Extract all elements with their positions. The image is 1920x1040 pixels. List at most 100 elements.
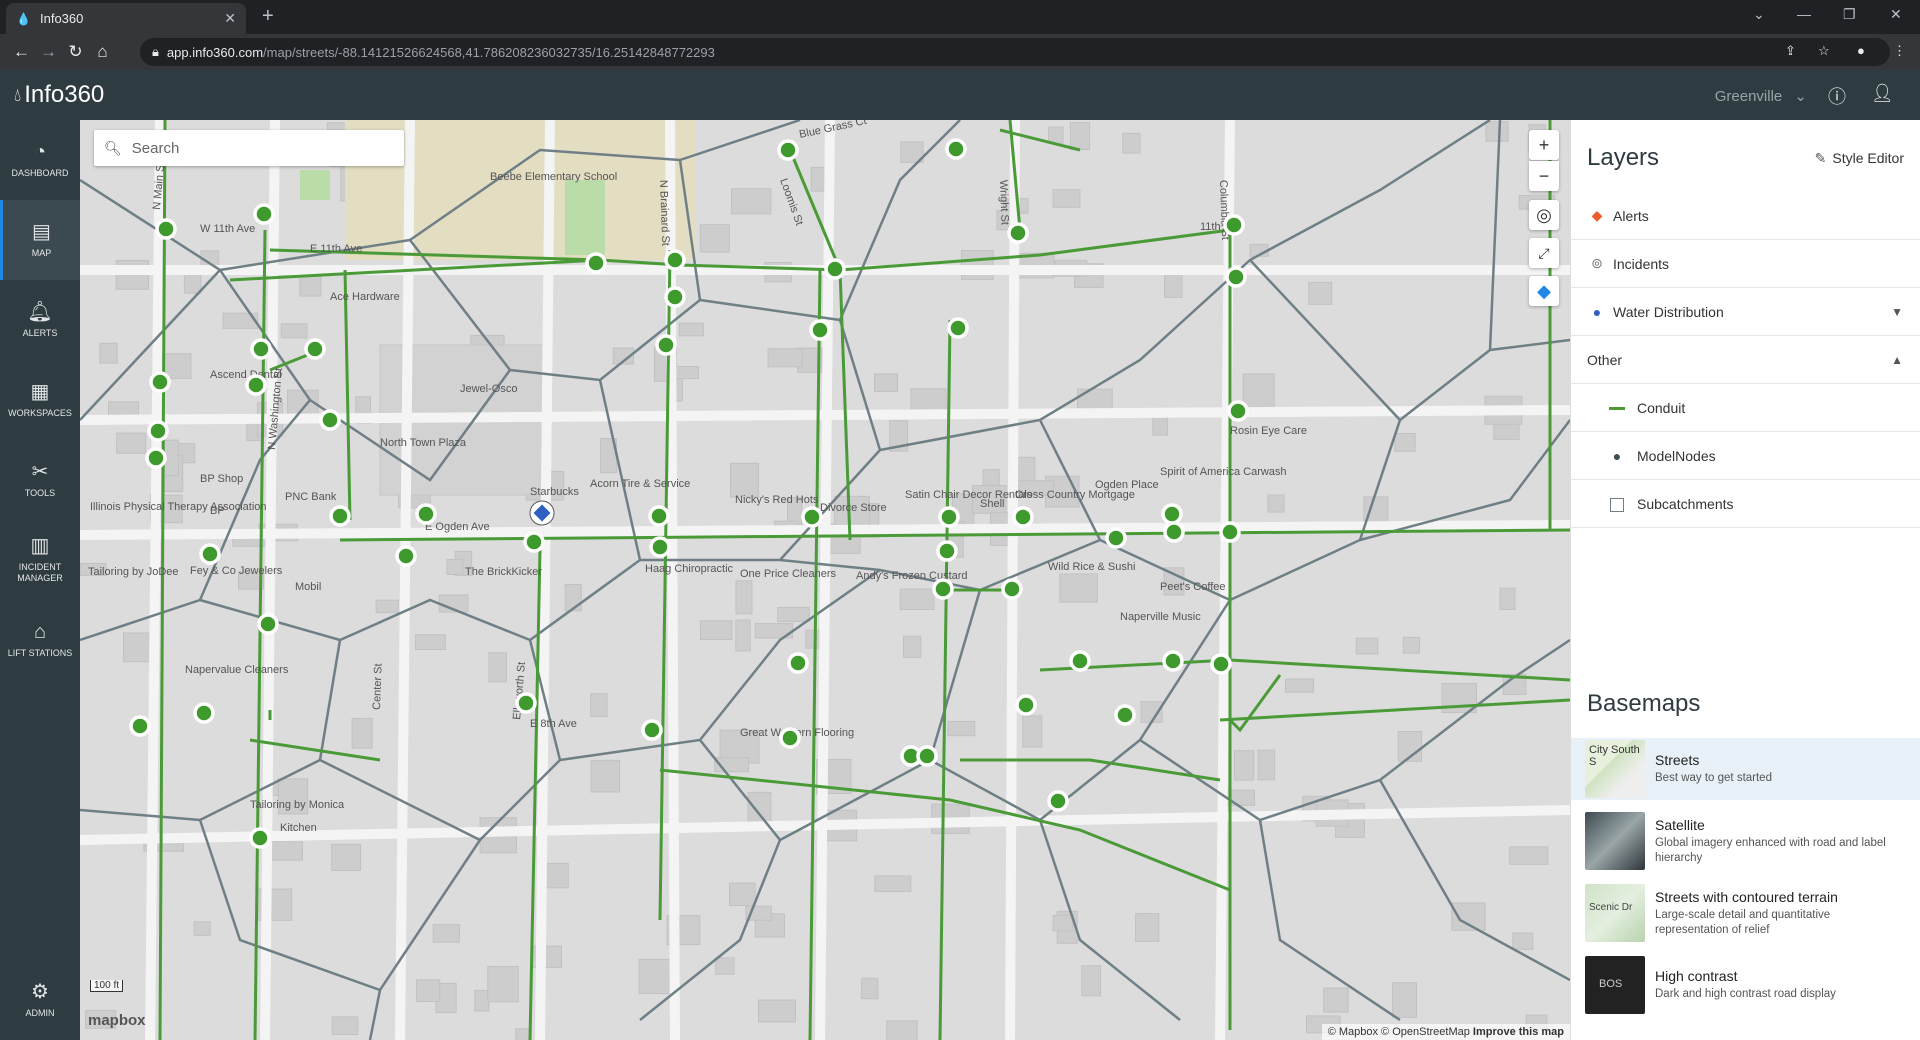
forward-icon[interactable]: →	[35, 42, 62, 62]
model-node	[1069, 650, 1091, 672]
close-window-icon[interactable]: ✕	[1890, 6, 1902, 23]
layer-group-other[interactable]: Other ▲	[1571, 336, 1920, 384]
layer-alerts[interactable]: ◆ Alerts	[1571, 192, 1920, 240]
bookmark-star-icon[interactable]: ☆	[1818, 43, 1830, 59]
nav-tools[interactable]: ✂ TOOLS	[0, 440, 80, 520]
nav-workspaces[interactable]: ▦ WORKSPACES	[0, 360, 80, 440]
map-search-input[interactable]: 🔍︎ Search	[94, 130, 404, 166]
map-label: Andy's Frozen Custard	[856, 570, 968, 582]
map-label: Fey & Co Jewelers	[190, 565, 283, 577]
app-header: 💧︎ Info360 Greenville ⌄ ⓘ 👤︎	[0, 70, 1920, 120]
building	[446, 558, 464, 575]
basemap-streets[interactable]: City South S Streets Best way to get star…	[1571, 738, 1920, 800]
conduit-pipe	[938, 319, 952, 1040]
zoom-in-button[interactable]: +	[1529, 130, 1559, 160]
gear-icon: ⚙	[31, 980, 49, 1003]
map-label: Napervalue Cleaners	[185, 664, 289, 676]
map-label: Kitchen	[280, 822, 317, 834]
home-icon[interactable]: ⌂	[89, 42, 116, 62]
streets-thumbnail: City South S	[1585, 740, 1645, 798]
nav-lift-stations[interactable]: ⌂ LIFT STATIONS	[0, 600, 80, 680]
building	[1242, 373, 1275, 409]
layers-toggle-icon[interactable]: ◆	[1529, 276, 1559, 306]
basemap-terrain[interactable]: Scenic Dr Streets with contoured terrain…	[1571, 882, 1920, 944]
nav-label: LIFT STATIONS	[7, 647, 73, 658]
address-bar[interactable]: 🔒︎ app.info360.com /map/streets/-88.1412…	[140, 38, 1890, 66]
map-label: Beebe Elementary School	[490, 171, 617, 183]
basemap-high-contrast[interactable]: BOS High contrast Dark and high contrast …	[1571, 954, 1920, 1016]
restore-icon[interactable]: ❐	[1843, 6, 1856, 23]
building	[1022, 715, 1043, 748]
reload-icon[interactable]: ↻	[62, 42, 89, 62]
share-icon[interactable]: ⇪	[1785, 43, 1796, 59]
incident-manager-icon: ▥	[30, 535, 50, 557]
street	[145, 120, 165, 1040]
fullscreen-icon[interactable]: ⤢	[1529, 238, 1559, 268]
layer-incidents[interactable]: ⊚ Incidents	[1571, 240, 1920, 288]
nav-dashboard[interactable]: ◔ DASHBOARD	[0, 120, 80, 200]
chevron-down-icon[interactable]: ▼	[1891, 305, 1903, 319]
nav-incident-manager[interactable]: ▥ INCIDENT MANAGER	[0, 520, 80, 600]
layer-conduit[interactable]: Conduit	[1571, 384, 1920, 432]
model-node	[245, 374, 267, 396]
model-node	[641, 719, 663, 741]
tenant-selector[interactable]: Greenville ⌄	[1715, 87, 1807, 105]
layers-title: Layers	[1587, 144, 1660, 171]
nav-label: INCIDENT MANAGER	[17, 562, 63, 583]
building	[564, 583, 582, 612]
layer-water-distribution[interactable]: ● Water Distribution ▼	[1571, 288, 1920, 336]
dot-icon: ●	[1612, 447, 1622, 464]
building	[903, 635, 922, 658]
attribution-text: © Mapbox © OpenStreetMap	[1327, 1026, 1470, 1038]
improve-map-link[interactable]: Improve this map	[1473, 1026, 1564, 1038]
building	[1267, 494, 1285, 513]
basemap-satellite[interactable]: Satellite Global imagery enhanced with ro…	[1571, 810, 1920, 872]
layers-panel: Layers ✎ Style Editor ◆ Alerts ⊚ Incidents …	[1570, 120, 1920, 1040]
map-svg[interactable]: Blue Grass CtBeebe Elementary SchoolN Br…	[80, 120, 1570, 1040]
map-label: Acorn Tire & Service	[590, 478, 690, 490]
layer-modelnodes[interactable]: ● ModelNodes	[1571, 432, 1920, 480]
user-icon[interactable]: 👤︎	[1871, 83, 1894, 104]
tab-title: Info360	[40, 11, 84, 26]
app-logo[interactable]: 💧︎ Info360	[14, 81, 104, 109]
map-canvas[interactable]: Blue Grass Ct Beebe Elementary School N Br…	[80, 120, 1570, 1040]
close-tab-icon[interactable]: ✕	[224, 10, 236, 27]
url-host: app.info360.com	[166, 44, 264, 60]
profile-icon[interactable]: ●	[1857, 43, 1865, 58]
locate-icon[interactable]: ◎	[1529, 200, 1559, 230]
checkbox-icon[interactable]	[1607, 495, 1627, 512]
browser-tab[interactable]: 💧 Info360 ✕	[6, 3, 246, 34]
model-node	[664, 286, 686, 308]
model-node	[664, 249, 686, 271]
tab-search-icon[interactable]: ⌄	[1753, 6, 1765, 23]
nav-admin[interactable]: ⚙ ADMIN	[0, 960, 80, 1040]
incidents-icon: ⊚	[1591, 255, 1603, 271]
search-icon: 🔍︎	[104, 139, 122, 156]
building	[331, 1016, 359, 1035]
tools-icon: ✂	[31, 460, 49, 483]
lift-stations-icon: ⌂	[33, 620, 47, 643]
model-node	[1007, 222, 1029, 244]
zoom-out-button[interactable]: −	[1529, 161, 1559, 191]
map-label: The BrickKicker	[465, 566, 542, 578]
back-icon[interactable]: ←	[8, 42, 35, 62]
building	[899, 588, 935, 611]
nav-label: MAP	[31, 247, 52, 258]
minimize-icon[interactable]: —	[1797, 6, 1811, 22]
building	[1052, 914, 1074, 932]
layer-subcatchments[interactable]: Subcatchments	[1571, 480, 1920, 528]
building	[735, 619, 751, 652]
group-label: Other	[1587, 351, 1623, 368]
model-node	[250, 338, 272, 360]
chevron-up-icon[interactable]: ▲	[1891, 353, 1903, 367]
layer-label: Incidents	[1613, 255, 1670, 272]
browser-toolbar: ← → ↻ ⌂ 🔒︎ app.info360.com /map/streets/…	[0, 34, 1920, 70]
new-tab-icon[interactable]: +	[262, 5, 274, 28]
building	[961, 249, 994, 280]
nav-alerts[interactable]: 🔔︎ ALERTS	[0, 280, 80, 360]
nav-map[interactable]: ▤ MAP	[0, 200, 80, 280]
browser-menu-icon[interactable]: ⋮	[1893, 43, 1906, 59]
style-editor-button[interactable]: ✎ Style Editor	[1815, 150, 1904, 167]
help-icon[interactable]: ⓘ	[1828, 83, 1846, 109]
building	[731, 188, 772, 215]
